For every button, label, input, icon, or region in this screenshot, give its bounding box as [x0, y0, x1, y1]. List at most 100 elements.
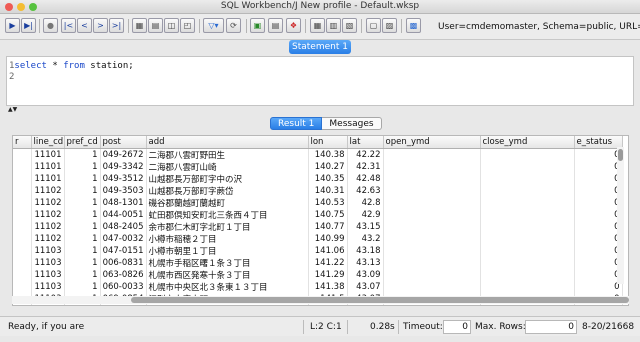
previous-icon[interactable]: < [77, 18, 92, 33]
table-row[interactable]: 111011049-3512山越郡長万部町字中の沢140.3542.48 0 [13, 172, 623, 185]
column-header[interactable]: pref_cd [64, 136, 101, 149]
table-cell[interactable]: 0 [574, 208, 623, 221]
database-icon[interactable]: ▤ [268, 18, 283, 33]
table-cell[interactable]: 11102 [31, 208, 65, 221]
table-cell[interactable]: 006-0831 [100, 256, 147, 269]
table-cell[interactable]: 140.35 [308, 172, 348, 185]
table-cell[interactable]: 0 [574, 160, 623, 173]
save-icon[interactable]: ▦ [132, 18, 147, 33]
table-cell[interactable]: 11102 [31, 196, 65, 209]
last-icon[interactable]: >| [109, 18, 124, 33]
table-cell[interactable]: 141.06 [308, 244, 348, 257]
explorer-icon[interactable]: ▣ [250, 18, 265, 33]
splitter-arrows-icon[interactable]: ▲▼ [8, 106, 17, 113]
table-cell[interactable]: 049-3342 [100, 160, 147, 173]
refresh-icon[interactable]: ⟳ [226, 18, 241, 33]
table-cell[interactable] [13, 268, 32, 281]
table-cell[interactable]: 1 [64, 196, 101, 209]
table-cell[interactable] [383, 280, 481, 293]
table-cell[interactable]: 063-0826 [100, 268, 147, 281]
table-cell[interactable] [13, 208, 32, 221]
table-cell[interactable]: 047-0151 [100, 244, 147, 257]
first-icon[interactable]: |< [61, 18, 76, 33]
table-cell[interactable]: 140.27 [308, 160, 348, 173]
column-header[interactable]: lon [308, 136, 348, 149]
table-row[interactable]: 111011049-2672二海郡八雲町野田生140.3842.22 0 [13, 148, 623, 161]
table-row[interactable]: 111021049-3503山越郡長万部町字蕨岱140.3142.63 0 [13, 184, 623, 197]
window-icon[interactable]: ❖ [286, 18, 301, 33]
table-cell[interactable] [480, 220, 575, 233]
table-cell[interactable] [480, 160, 575, 173]
table-cell[interactable]: 43.15 [347, 220, 384, 233]
table-cell[interactable]: 060-0033 [100, 280, 147, 293]
table-cell[interactable]: 42.31 [347, 160, 384, 173]
table-cell[interactable] [13, 244, 32, 257]
table-cell[interactable]: 1 [64, 268, 101, 281]
table-cell[interactable]: 141.29 [308, 268, 348, 281]
table-cell[interactable]: 0 [574, 172, 623, 185]
table-cell[interactable]: 43.13 [347, 256, 384, 269]
table-cell[interactable] [383, 148, 481, 161]
table-cell[interactable]: 048-1301 [100, 196, 147, 209]
timeout-input[interactable]: 0 [443, 320, 471, 334]
table-cell[interactable]: 43.07 [347, 280, 384, 293]
table-cell[interactable]: 11101 [31, 172, 65, 185]
table-row[interactable]: 111011049-3342二海郡八雲町山崎140.2742.31 0 [13, 160, 623, 173]
scroll-thumb[interactable] [131, 297, 629, 303]
table-cell[interactable] [480, 232, 575, 245]
table-cell[interactable]: 42.48 [347, 172, 384, 185]
tab-result-1[interactable]: Result 1 [270, 117, 323, 130]
table-row[interactable]: 111021044-0051虻田郡倶知安町北三条西４丁目140.7542.9 0 [13, 208, 623, 221]
table-cell[interactable]: 1 [64, 160, 101, 173]
table-cell[interactable]: 1 [64, 208, 101, 221]
table-cell[interactable]: 43.2 [347, 232, 384, 245]
table-cell[interactable]: 1 [64, 280, 101, 293]
table-cell[interactable]: 1 [64, 232, 101, 245]
table-cell[interactable]: 0 [574, 268, 623, 281]
stop-icon[interactable]: ● [43, 18, 58, 33]
table-cell[interactable]: 141.38 [308, 280, 348, 293]
table-row[interactable]: 11103 1 060-0033 札幌市中央区北３条東１３丁目 141.38 43.07 0 [13, 280, 623, 293]
table-row[interactable]: 111021048-2405余市郡仁木町字北町１丁目140.7743.15 0 [13, 220, 623, 233]
tab-statement-1[interactable]: Statement 1 [289, 40, 351, 54]
table-cell[interactable]: 42.22 [347, 148, 384, 161]
table-cell[interactable] [480, 172, 575, 185]
table-cell[interactable] [13, 184, 32, 197]
table-cell[interactable]: 141.22 [308, 256, 348, 269]
column-header[interactable]: line_cd [31, 136, 65, 149]
table-row[interactable]: 111021047-0032小樽市稲穂２丁目140.9943.2 0 [13, 232, 623, 245]
copy-icon[interactable]: ▤ [148, 18, 163, 33]
table-cell[interactable]: 140.77 [308, 220, 348, 233]
table-cell[interactable] [13, 148, 32, 161]
table-cell[interactable]: 11103 [31, 268, 65, 281]
table-cell[interactable]: 余市郡仁木町字北町１丁目 [146, 220, 309, 233]
connect-icon[interactable]: ▥ [326, 18, 341, 33]
table-cell[interactable] [13, 280, 32, 293]
column-header[interactable]: post [100, 136, 147, 149]
commit-icon[interactable]: ▢ [366, 18, 381, 33]
table-cell[interactable] [480, 268, 575, 281]
table-cell[interactable] [13, 256, 32, 269]
table-cell[interactable] [383, 232, 481, 245]
execute-current-icon[interactable]: ▶| [21, 18, 36, 33]
table-cell[interactable] [13, 160, 32, 173]
table-cell[interactable]: 磯谷郡蘭越町蘭越町 [146, 196, 309, 209]
table-row[interactable]: 111031047-0151小樽市朝里１丁目141.0643.18 0 [13, 244, 623, 257]
table-cell[interactable] [383, 256, 481, 269]
table-cell[interactable]: 1 [64, 172, 101, 185]
table-cell[interactable] [383, 184, 481, 197]
table-cell[interactable]: 札幌市手稲区曙１条３丁目 [146, 256, 309, 269]
table-cell[interactable]: 小樽市朝里１丁目 [146, 244, 309, 257]
table-cell[interactable]: 虻田郡倶知安町北三条西４丁目 [146, 208, 309, 221]
column-header[interactable]: add [146, 136, 309, 149]
table-cell[interactable] [383, 208, 481, 221]
table-cell[interactable]: 140.31 [308, 184, 348, 197]
table-cell[interactable]: 0 [574, 244, 623, 257]
table-cell[interactable]: 0 [574, 148, 623, 161]
column-header[interactable]: close_ymd [480, 136, 575, 149]
tab-messages[interactable]: Messages [322, 117, 382, 130]
sort-icon[interactable]: ▽▾ [203, 18, 224, 33]
table-cell[interactable]: 43.09 [347, 268, 384, 281]
table-cell[interactable] [383, 172, 481, 185]
table-cell[interactable]: 1 [64, 256, 101, 269]
